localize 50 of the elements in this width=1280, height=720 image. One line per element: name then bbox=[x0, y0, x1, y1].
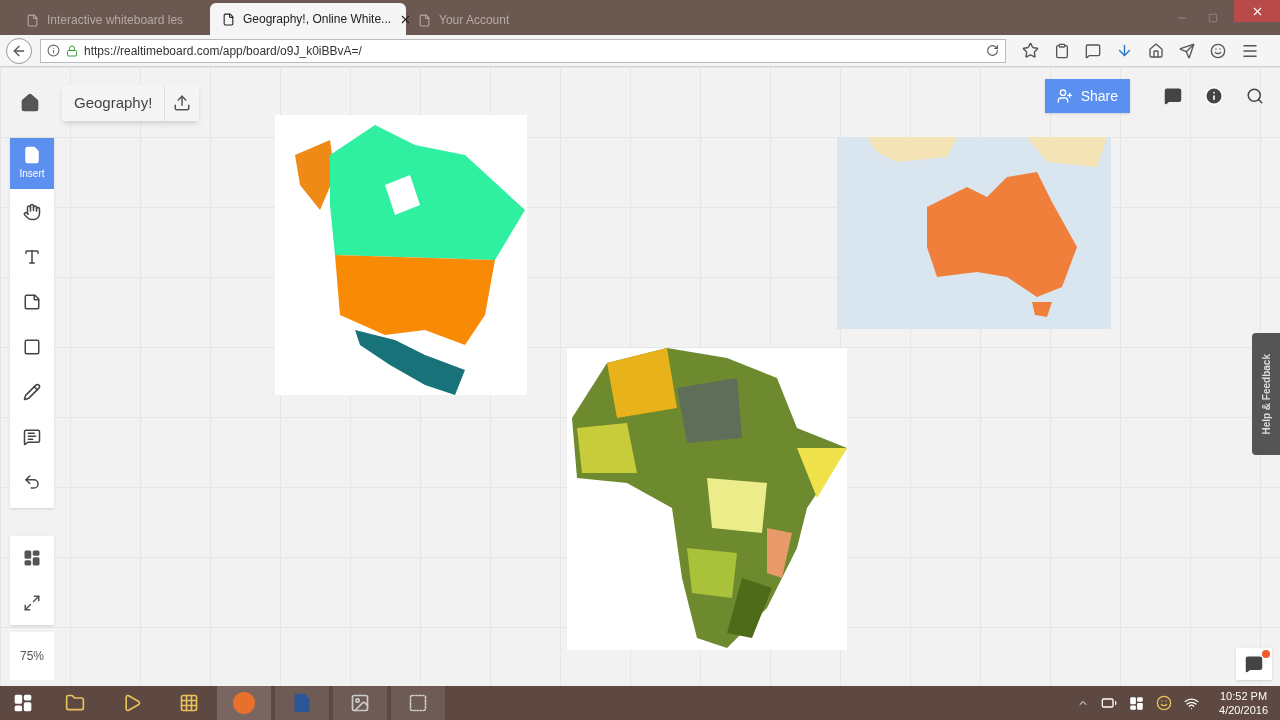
help-feedback-tab[interactable]: Help & Feedback bbox=[1252, 333, 1280, 455]
shape-tool-icon bbox=[23, 337, 41, 356]
snipping-taskbar-button[interactable] bbox=[391, 686, 445, 720]
bookmark-star-icon[interactable] bbox=[1022, 42, 1039, 59]
info-icon bbox=[47, 44, 60, 57]
chat-icon bbox=[1245, 655, 1263, 673]
clock[interactable]: 10:52 PM 4/20/2016 bbox=[1219, 689, 1268, 717]
battery-icon[interactable] bbox=[1101, 695, 1118, 711]
download-icon[interactable] bbox=[1116, 42, 1133, 59]
tray-app-icon[interactable] bbox=[1156, 695, 1173, 711]
app-icon bbox=[178, 693, 199, 713]
page-icon bbox=[26, 13, 39, 27]
windows-logo-icon bbox=[13, 693, 33, 713]
page-icon bbox=[222, 12, 235, 26]
text-tool-icon bbox=[23, 247, 41, 266]
layout-icon[interactable] bbox=[23, 549, 41, 568]
page-icon bbox=[418, 13, 431, 27]
expand-icon[interactable] bbox=[23, 593, 41, 612]
note-tool-icon bbox=[23, 292, 41, 311]
zoom-level[interactable]: 75% bbox=[20, 647, 44, 665]
smiley-icon[interactable] bbox=[1210, 42, 1226, 59]
home-icon[interactable] bbox=[1148, 42, 1164, 59]
home-icon[interactable] bbox=[20, 93, 40, 113]
browser-logo-icon bbox=[233, 692, 255, 714]
pocket-icon[interactable] bbox=[1085, 42, 1101, 59]
info-icon[interactable] bbox=[1204, 86, 1224, 106]
reload-icon[interactable] bbox=[986, 44, 999, 57]
add-person-icon bbox=[1056, 88, 1073, 104]
pen-tool-icon bbox=[23, 382, 41, 401]
undo-tool-icon bbox=[23, 472, 41, 491]
image-icon bbox=[350, 693, 370, 713]
signal-icon[interactable] bbox=[1184, 695, 1200, 711]
windows-icon[interactable] bbox=[1129, 695, 1145, 711]
comments-icon[interactable] bbox=[1164, 87, 1182, 105]
board-title[interactable]: Geography! bbox=[62, 91, 165, 115]
app-icon bbox=[64, 693, 85, 713]
address-field[interactable]: https://realtimeboard.com/app/board/o9J_k0iBBvA=/ bbox=[40, 38, 1006, 63]
taskbar-app-icon[interactable] bbox=[333, 686, 387, 720]
document-icon bbox=[292, 693, 312, 713]
reading-list-icon[interactable] bbox=[1054, 42, 1070, 59]
chat-button[interactable] bbox=[1236, 648, 1272, 680]
search-icon[interactable] bbox=[1246, 87, 1264, 105]
insert-tool-icon bbox=[23, 146, 41, 164]
back-button[interactable] bbox=[6, 37, 32, 64]
lock-icon bbox=[66, 44, 78, 57]
send-icon[interactable] bbox=[1179, 42, 1195, 59]
comment-tool-icon bbox=[23, 427, 41, 446]
hand-tool-icon bbox=[23, 202, 41, 221]
upload-icon bbox=[173, 94, 192, 112]
dashed-square-icon bbox=[408, 693, 428, 713]
